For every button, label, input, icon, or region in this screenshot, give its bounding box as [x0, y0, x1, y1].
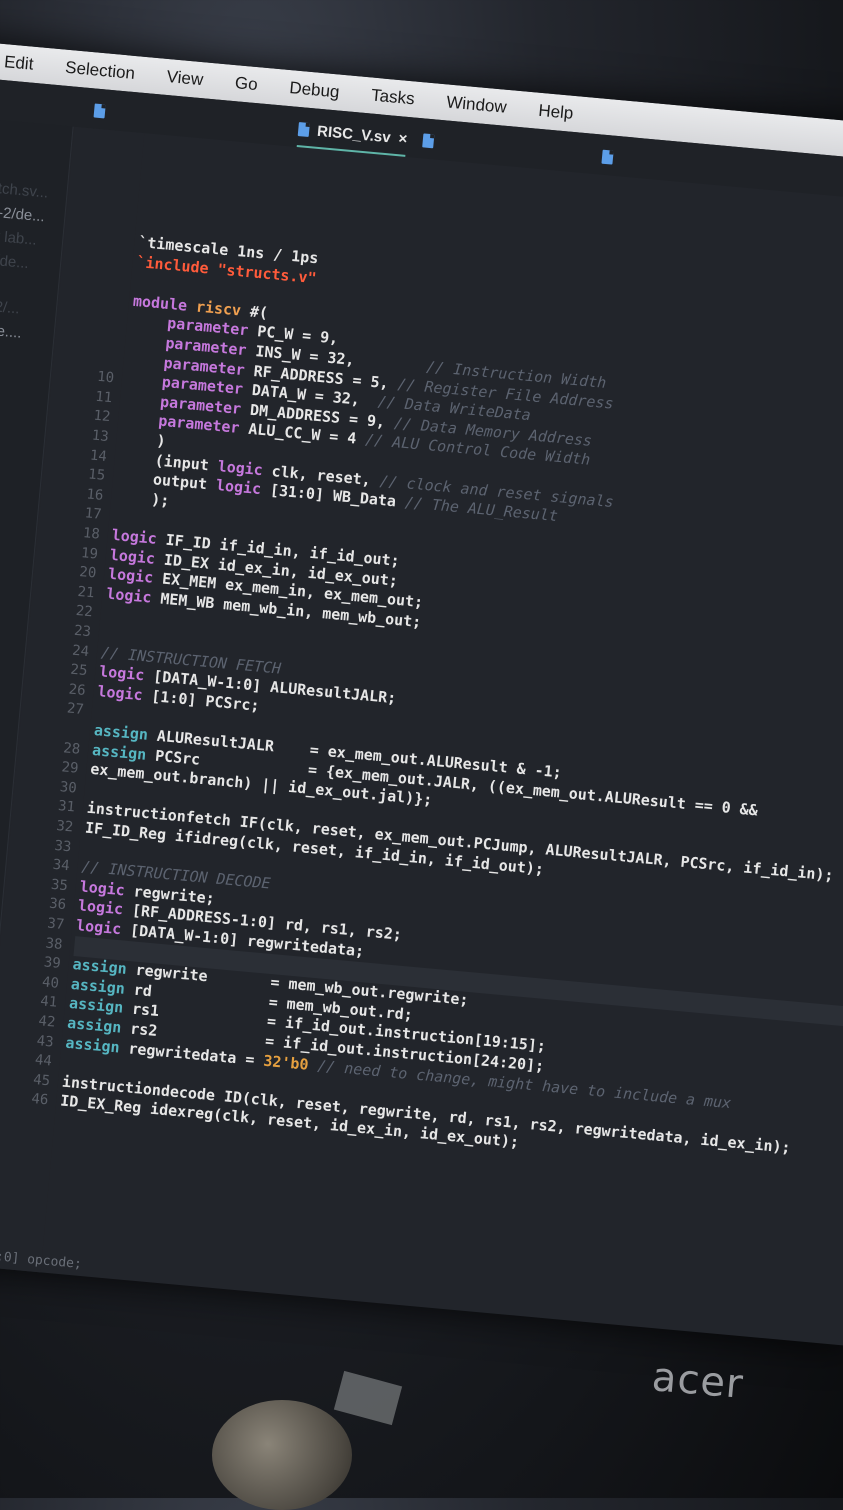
- sticky-note: [333, 1370, 403, 1426]
- tab-inactive[interactable]: [601, 143, 614, 172]
- line-number: 19: [80, 544, 99, 563]
- line-number: 20: [78, 564, 97, 582]
- line-number: 39: [43, 954, 62, 973]
- code-token: logic: [110, 525, 158, 548]
- line-number: 35: [50, 876, 69, 895]
- line-number: 23: [73, 622, 92, 641]
- menu-item-debug[interactable]: Debug: [273, 77, 357, 104]
- line-number: 32: [55, 817, 74, 836]
- code-token: logic: [77, 896, 124, 919]
- code-token: riscv: [195, 297, 242, 320]
- line-number: 15: [87, 466, 106, 485]
- code-token: logic: [107, 564, 155, 587]
- line-number: 11: [94, 388, 113, 407]
- line-number: 18: [82, 525, 101, 543]
- monitor-logo: acer: [650, 1354, 746, 1408]
- line-number: 33: [53, 837, 73, 855]
- sidebar-file-item[interactable]: decode....: [0, 319, 22, 342]
- line-number: 21: [76, 583, 96, 602]
- menu-item-selection[interactable]: Selection: [48, 56, 151, 85]
- line-number: 24: [71, 642, 90, 660]
- code-token: assign: [64, 1033, 121, 1057]
- line-number: 36: [48, 896, 67, 914]
- sidebar-file-item[interactable]: lab-2/de...: [0, 249, 30, 272]
- line-number: 46: [30, 1091, 49, 1109]
- line-number: 43: [36, 1032, 55, 1051]
- tab-file-icon[interactable]: [93, 97, 106, 126]
- code-token: ): [119, 428, 167, 451]
- code-token: logic: [109, 545, 156, 568]
- menu-item-view[interactable]: View: [150, 65, 220, 91]
- line-number: 38: [44, 935, 64, 953]
- line-number: 41: [39, 993, 58, 1012]
- line-number: 12: [92, 408, 112, 426]
- menu-item-window[interactable]: Window: [430, 91, 524, 119]
- line-number: 37: [46, 915, 65, 934]
- line-number: 27: [66, 700, 85, 719]
- menu-item-go[interactable]: Go: [218, 72, 274, 97]
- code-line: );: [114, 487, 170, 511]
- line-number: 42: [37, 1013, 57, 1031]
- line-number: 25: [69, 661, 89, 680]
- menu-item-tasks[interactable]: Tasks: [354, 84, 431, 111]
- line-number: 30: [59, 778, 78, 797]
- desk-rock: [212, 1400, 352, 1510]
- code-editor[interactable]: `timescale 1ns / 1ps `include "structs.v"…: [44, 133, 843, 1345]
- sidebar-file-item[interactable]: v lab-2/de...: [0, 201, 45, 225]
- monitor-screen: Edit Selection View Go Debug Tasks Window Help …: [0, 40, 843, 1346]
- line-number: 31: [57, 798, 76, 816]
- code-token: logic: [78, 877, 126, 900]
- code-token: logic: [98, 662, 146, 685]
- sidebar-file-item[interactable]: onfetch.sv...: [0, 177, 49, 201]
- line-number: 22: [75, 603, 94, 621]
- line-number: 28: [62, 739, 81, 758]
- sidebar-file-item[interactable]: eg.sv lab...: [0, 225, 37, 249]
- code-token: );: [114, 486, 171, 510]
- line-number: 45: [32, 1071, 51, 1090]
- close-icon[interactable]: ×: [398, 130, 408, 148]
- file-icon: [601, 149, 614, 165]
- code-token: logic: [217, 456, 264, 479]
- line-number: 26: [68, 681, 87, 699]
- tab-label: RISC_V.sv: [316, 122, 392, 146]
- line-number: 10: [96, 369, 115, 387]
- line-number: 16: [85, 486, 105, 504]
- line-number: 29: [60, 759, 80, 777]
- file-icon: [422, 133, 435, 149]
- code-token: logic: [215, 476, 262, 499]
- tab-inactive[interactable]: [422, 126, 435, 155]
- menu-item-help[interactable]: Help: [522, 99, 591, 125]
- code-token: 32'b0: [262, 1051, 310, 1074]
- line-number: 34: [52, 857, 71, 875]
- code-token: #(: [240, 301, 269, 322]
- code-token: logic: [105, 584, 153, 607]
- line-number: 14: [89, 447, 108, 465]
- line-number: 44: [34, 1052, 53, 1070]
- line-number: 40: [41, 974, 60, 992]
- line-number: 13: [91, 427, 110, 446]
- menu-item-edit[interactable]: Edit: [0, 48, 50, 76]
- code-token: logic: [96, 681, 144, 704]
- code-token: logic: [75, 916, 123, 939]
- file-icon: [93, 103, 106, 119]
- file-icon: [297, 122, 310, 137]
- line-number: 17: [84, 505, 103, 524]
- sidebar-file-item[interactable]: v lab-2/...: [0, 295, 20, 318]
